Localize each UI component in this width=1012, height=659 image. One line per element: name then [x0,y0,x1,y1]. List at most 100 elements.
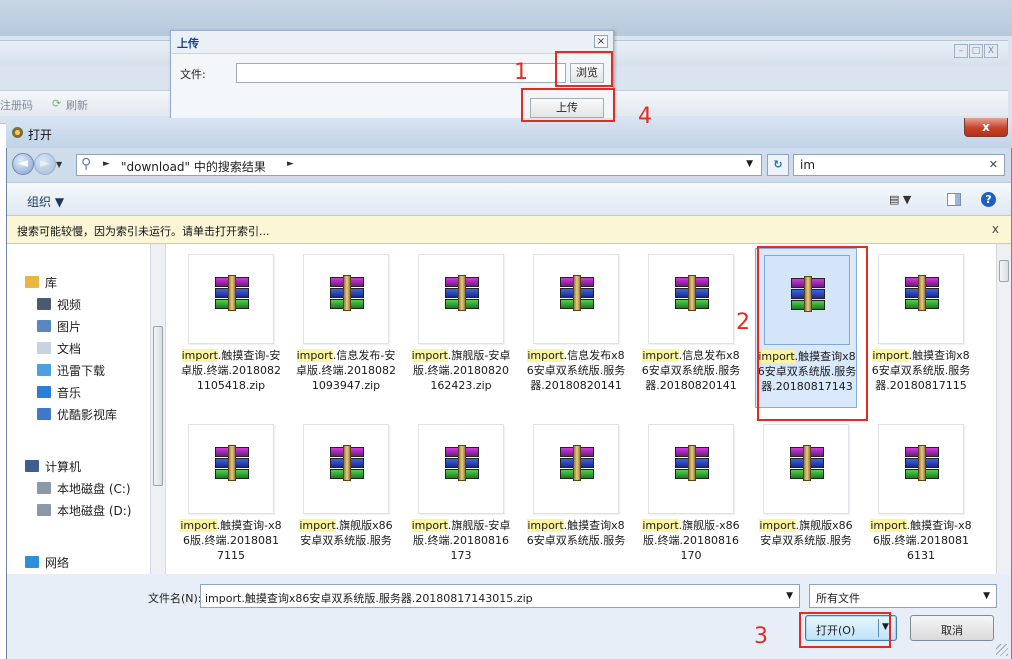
file-name: import.信息发布-安卓版.终端.20180821093947.zip [295,348,397,393]
file-tile[interactable]: import.信息发布x86安卓双系统版.服务器.20180820141 [640,248,742,408]
document-icon [37,342,51,354]
info-close-icon[interactable]: x [992,222,999,236]
archive-icon [905,445,939,481]
address-path: "download" 中的搜索结果 [121,160,266,174]
chevron-down-icon[interactable]: ▼ [786,591,793,601]
sidebar-item[interactable]: 视频 [37,294,81,314]
scroll-thumb[interactable] [153,326,163,486]
clear-search-icon[interactable]: ✕ [989,158,998,171]
upload-close-button[interactable]: × [594,35,608,48]
refresh-icon[interactable]: ↻ [767,154,789,176]
sidebar-item-label: 文档 [57,341,82,356]
search-highlight: import [872,349,909,362]
search-icon: ⚲ [81,156,92,172]
file-tile[interactable]: import.触摸查询-x86版.终端.20180816131 [870,418,972,578]
cancel-button[interactable]: 取消 [910,615,994,641]
search-highlight: import [411,519,448,532]
navigation-pane: 库视频图片文档迅雷下载 音乐 优酷影视库计算机本地磁盘 (C:) 本地磁盘 (D:) 网… [7,244,153,574]
drive-icon [37,482,51,494]
sidebar-item[interactable]: 本地磁盘 (D:) [37,500,131,520]
organize-menu[interactable]: 组织 ▼ [27,193,64,210]
download-icon [37,364,51,376]
refresh-button[interactable]: 刷新 [66,97,88,113]
drive-icon [37,504,51,516]
search-highlight: import [642,349,679,362]
filetype-select[interactable]: 所有文件 ▼ [809,584,997,608]
sidebar-group-1[interactable]: 计算机 [25,456,81,476]
register-code-button[interactable]: 注册码 [0,97,33,113]
file-thumbnail [648,254,734,344]
filename-input[interactable]: import.触摸查询x86安卓双系统版.服务器.20180817143015.… [200,584,800,608]
info-bar[interactable]: 搜索可能较慢，因为索引未运行。请单击打开索引... x [7,216,1011,244]
file-tile[interactable]: import.触摸查询-安卓版.终端.20180821105418.zip [180,248,282,408]
archive-icon [445,445,479,481]
history-dropdown-icon[interactable]: ▼ [56,160,62,169]
maximize-button[interactable]: □ [969,44,983,58]
preview-pane-icon[interactable] [947,193,961,206]
sidebar-group-0[interactable]: 库 [25,272,57,292]
file-name: import.信息发布x86安卓双系统版.服务器.20180820141 [525,348,627,393]
sidebar-item-label: 视频 [57,297,82,312]
sidebar-item[interactable]: 图片 [37,316,81,336]
file-tile[interactable]: import.触摸查询-x86版.终端.20180817115 [180,418,282,578]
file-tile[interactable]: import.旗舰版-安卓版.终端.20180820162423.zip [410,248,512,408]
file-tile[interactable]: import.旗舰版-安卓版.终端.20180816173 [410,418,512,578]
filename-value: import.触摸查询x86安卓双系统版.服务器.20180817143015.… [205,592,533,605]
scroll-thumb[interactable] [999,260,1009,282]
sidebar-group-label: 计算机 [45,459,82,474]
file-thumbnail [533,254,619,344]
view-options-icon[interactable]: ▤ ▼ [889,193,911,206]
file-tile[interactable]: import.旗舰版-x86版.终端.20180816170 [640,418,742,578]
file-name: import.触摸查询-安卓版.终端.20180821105418.zip [180,348,282,393]
dialog-close-button[interactable]: x [964,118,1008,137]
file-scrollbar[interactable] [996,244,1011,574]
file-name: import.触摸查询-x86版.终端.20180817115 [180,518,282,563]
sidebar-item-label: 本地磁盘 (C:) [57,481,131,496]
refresh-icon: ⟳ [52,97,62,110]
file-tile[interactable]: import.旗舰版x86安卓双系统版.服务 [755,418,857,578]
search-highlight: import [527,349,564,362]
file-tile[interactable]: import.信息发布x86安卓双系统版.服务器.20180820141 [525,248,627,408]
background-window-buttons: – □ X [954,44,998,58]
sidebar-group-2[interactable]: 网络 [25,552,69,572]
file-thumbnail [188,254,274,344]
sidebar-item[interactable]: 迅雷下载 [37,360,105,380]
forward-button[interactable]: ► [34,153,56,175]
close-button[interactable]: X [984,44,998,58]
archive-icon [675,275,709,311]
address-bar[interactable]: ⚲ ► "download" 中的搜索结果 ► ▼ [76,154,762,176]
chevron-right-icon: ► [287,159,294,169]
address-dropdown-icon[interactable]: ▼ [746,159,753,169]
filetype-value: 所有文件 [816,592,860,605]
search-input[interactable]: im ✕ [793,154,1005,176]
sidebar-item[interactable]: 优酷影视库 [37,404,117,424]
file-thumbnail [763,424,849,514]
annotation-number: 4 [638,104,652,129]
search-highlight: import [642,519,679,532]
file-tile[interactable]: import.触摸查询x86安卓双系统版.服务 [525,418,627,578]
sidebar-scrollbar[interactable] [150,244,165,574]
back-button[interactable]: ◄ [12,153,34,175]
file-thumbnail [878,424,964,514]
file-tile[interactable]: import.触摸查询x86安卓双系统版.服务器.20180817115 [870,248,972,408]
annotation-box-browse [555,51,613,87]
file-list: import.触摸查询-安卓版.终端.20180821105418.zip imp… [166,244,996,574]
file-name: import.旗舰版-安卓版.终端.20180816173 [410,518,512,563]
annotation-number: 3 [754,624,768,649]
file-tile[interactable]: import.信息发布-安卓版.终端.20180821093947.zip [295,248,397,408]
sidebar-item[interactable]: 音乐 [37,382,81,402]
file-thumbnail [878,254,964,344]
minimize-button[interactable]: – [954,44,968,58]
file-name: import.旗舰版-安卓版.终端.20180820162423.zip [410,348,512,393]
navigation-bar: ◄ ► ▼ ⚲ ► "download" 中的搜索结果 ► ▼ ↻ im ✕ [10,152,1008,178]
archive-icon [560,445,594,481]
video-icon [37,298,51,310]
file-name: import.触摸查询x86安卓双系统版.服务器.20180817115 [870,348,972,393]
sidebar-item[interactable]: 文档 [37,338,81,358]
file-tile[interactable]: import.旗舰版x86安卓双系统版.服务 [295,418,397,578]
resize-grip[interactable] [996,644,1008,656]
sidebar-item[interactable]: 本地磁盘 (C:) [37,478,131,498]
archive-icon [905,275,939,311]
browser-icon [12,127,23,138]
help-icon[interactable]: ? [981,192,996,207]
